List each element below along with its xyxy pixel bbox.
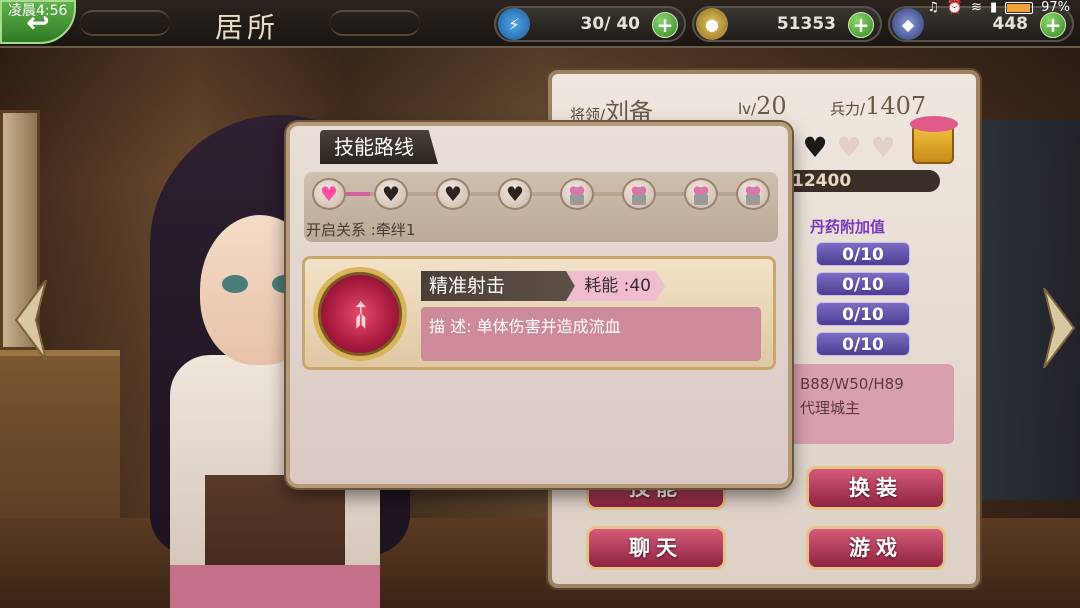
skill-node-1[interactable]: ♥ [312,178,346,210]
change-outfit-button[interactable]: 换装 [806,466,946,510]
page-title: 居所 [215,11,280,44]
heart-icon: ♥ [870,131,896,164]
skill-node-row: ♥ ♥ ♥ ♥ ♥ ♥ ♥ ♥ [312,176,772,212]
skill-node-2[interactable]: ♥ [374,178,408,210]
gold-resource: ● 51353 + [692,6,882,42]
level-value: 20 [756,92,787,120]
lock-icon [694,187,708,205]
heart-icon: ♥ [802,131,828,164]
battery-percent: 97% [1041,0,1070,15]
unlock-relation-text: 开启关系 :牵绊1 [306,221,416,239]
lock-icon [632,187,646,205]
skill-node-7[interactable]: ♥ [684,178,718,210]
skill-name: 精准射击 [429,275,506,297]
lock-icon [746,187,760,205]
skill-node-8[interactable]: ♥ [736,178,770,210]
add-gem-button[interactable]: + [1040,12,1066,38]
black-heart-icon: ♥ [506,182,524,206]
left-eye [222,275,248,293]
alarm-icon: ⏰ [946,0,964,15]
character-skirt [170,565,380,608]
affection-hearts: ♥ ♥ ♥ [800,134,898,162]
level-label: lv/ [738,100,757,118]
character-profile-box: B88/W50/H89 代理城主 [790,364,954,444]
arrow-icon: ➶ [333,287,387,341]
gift-box-icon[interactable] [910,116,958,164]
troops-row: 兵力/1407 [830,92,926,120]
dialog-title: 技能路线 [320,130,438,164]
lightning-icon: ⚡ [498,8,530,40]
skill-route-dialog: 技能路线 ♥ ♥ ♥ ♥ ♥ ♥ ♥ ♥ 开启关系 :牵绊1 ➶ 精准射击 耗能… [286,122,792,488]
title-ornament-right [330,10,420,36]
elixir-value-1: 0/10 [816,242,910,266]
stamina-value: 30/ 40 [580,14,640,34]
troops-value: 1407 [865,92,927,120]
shield-gem-icon: ◆ [892,8,924,40]
skill-description: 描 述: 单体伤害并造成流血 [429,317,621,336]
gem-value: 448 [992,14,1029,34]
chat-button[interactable]: 聊天 [586,526,726,570]
headphone-icon: ♫ [927,0,939,15]
pink-heart-icon: ♥ [320,182,338,206]
skill-track: ♥ ♥ ♥ ♥ ♥ ♥ ♥ ♥ 开启关系 :牵绊1 [304,172,778,242]
lock-icon [570,187,584,205]
add-gold-button[interactable]: + [848,12,874,38]
black-heart-icon: ♥ [444,182,462,206]
elixir-label: 丹药附加值 [810,218,886,236]
wifi-icon: ≋ [971,0,982,15]
troops-label: 兵力/ [830,100,866,118]
role-text: 代理城主 [800,399,861,417]
top-bar: ↩ 凌晨4:56 居所 ⚡ 30/ 40 + ● 51353 + ◆ 448 + [0,0,1080,48]
signal-icon: ▮ [989,0,998,15]
black-heart-icon: ♥ [382,182,400,206]
elixir-value-2: 0/10 [816,272,910,296]
next-character-arrow-icon[interactable] [1040,288,1078,368]
gold-value: 51353 [776,14,836,34]
status-time: 凌晨4:56 [8,3,68,19]
skill-node-3[interactable]: ♥ [436,178,470,210]
battery-icon [1005,1,1034,14]
add-stamina-button[interactable]: + [652,12,678,38]
coin-icon: ● [696,8,728,40]
skill-node-4[interactable]: ♥ [498,178,532,210]
system-status-bar: ♫ ⏰ ≋ ▮ 97% [927,0,1070,15]
exp-bar: 12400 [780,170,940,192]
elixir-value-3: 0/10 [816,302,910,326]
level-row: lv/20 [738,92,787,120]
heart-icon: ♥ [836,131,862,164]
precision-shot-skill-icon: ➶ [313,267,407,361]
prev-character-arrow-icon[interactable] [12,280,50,360]
stamina-resource: ⚡ 30/ 40 + [494,6,686,42]
measurements-text: B88/W50/H89 [800,375,904,393]
play-game-button[interactable]: 游戏 [806,526,946,570]
skill-node-6[interactable]: ♥ [622,178,656,210]
title-ornament-left [80,10,170,36]
skill-node-5[interactable]: ♥ [560,178,594,210]
skill-card: ➶ 精准射击 耗能 :40 描 述: 单体伤害并造成流血 [302,256,776,370]
elixir-value-4: 0/10 [816,332,910,356]
